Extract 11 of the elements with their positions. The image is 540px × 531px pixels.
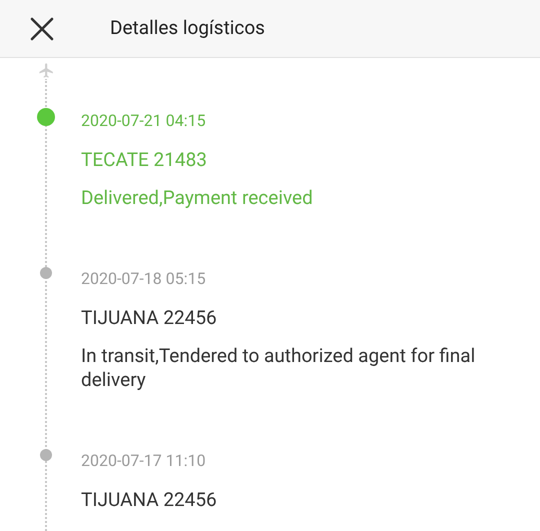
event-location: TECATE 21483: [81, 147, 208, 173]
event-status: In transit,Tendered to authorized agent for final delivery: [81, 344, 476, 392]
event-time: 2020-07-21 04:15: [81, 110, 207, 132]
page-title: Detalles logísticos: [110, 15, 265, 42]
event-time: 2020-07-18 05:15: [81, 268, 207, 290]
event-status: Delivered,Payment received: [81, 186, 313, 210]
close-icon: [30, 16, 54, 40]
event-location: TIJUANA 22456: [81, 487, 217, 513]
event-time: 2020-07-17 11:10: [81, 450, 207, 472]
event-location: TIJUANA 22456: [81, 305, 218, 331]
close-button[interactable]: [29, 16, 55, 42]
